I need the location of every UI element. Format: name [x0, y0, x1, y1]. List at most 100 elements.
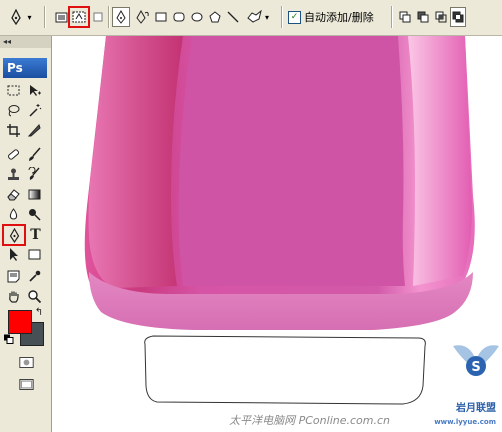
- pen-tool-icon: [9, 227, 19, 243]
- rectangle-icon: [155, 12, 167, 22]
- slice-tool[interactable]: [26, 122, 43, 139]
- auto-add-delete-label: 自动添加/删除: [304, 11, 374, 24]
- chevron-down-icon: ▾: [264, 12, 269, 22]
- drop-icon: [9, 208, 18, 220]
- eyedropper-tool[interactable]: [26, 268, 43, 285]
- toolbox: ◂◂ Ps T ↰: [0, 36, 52, 432]
- slice-icon: [27, 124, 41, 137]
- crop-tool[interactable]: [5, 122, 22, 139]
- pen-button[interactable]: [112, 7, 130, 27]
- hand-icon: [9, 291, 19, 303]
- auto-add-delete-checkbox[interactable]: ✓: [288, 10, 301, 24]
- crop-icon: [7, 124, 20, 137]
- lasso-tool[interactable]: [5, 102, 22, 119]
- default-colors-icon[interactable]: [4, 334, 14, 344]
- intersect-icon: [435, 11, 447, 23]
- freeform-pen-icon: [136, 10, 149, 24]
- zoom-tool[interactable]: [26, 288, 43, 305]
- stamp-icon: [8, 168, 19, 180]
- rectangle-button[interactable]: [154, 7, 168, 27]
- paths-button[interactable]: [68, 6, 90, 28]
- hand-tool[interactable]: [5, 288, 22, 305]
- custom-shape-button[interactable]: ▾: [244, 7, 272, 27]
- pen-icon: [116, 10, 126, 24]
- subtract-button[interactable]: [416, 7, 430, 27]
- type-tool[interactable]: T: [27, 226, 44, 243]
- add-to-area-button[interactable]: [398, 7, 412, 27]
- foreground-color-swatch[interactable]: [8, 310, 32, 334]
- polygon-icon: [209, 11, 221, 23]
- svg-text:S: S: [471, 360, 480, 375]
- paths-icon: [72, 11, 86, 23]
- history-brush-tool[interactable]: [26, 166, 43, 183]
- marquee-icon: [7, 85, 20, 96]
- ellipse-button[interactable]: [190, 7, 204, 27]
- watermark-logo-text: 岩月联盟: [456, 403, 496, 414]
- photoshop-logo[interactable]: Ps: [3, 58, 47, 78]
- polygon-button[interactable]: [208, 7, 222, 27]
- move-tool[interactable]: [26, 82, 43, 99]
- quick-mask-button[interactable]: [16, 354, 36, 370]
- bottle-artwork: [84, 36, 475, 405]
- bandage-icon: [7, 149, 20, 160]
- watermark-text: 太平洋电脑网 PConline.com.cn: [229, 414, 390, 427]
- notes-tool[interactable]: [5, 268, 22, 285]
- fill-pixels-button[interactable]: [92, 7, 104, 27]
- bottle-left-panel: [88, 36, 183, 288]
- shape-layers-icon: [55, 12, 67, 22]
- lasso-icon: [8, 105, 20, 117]
- document-canvas[interactable]: S 岩月联盟 www.lyyue.com 太平洋电脑网 PConline.com…: [53, 36, 502, 432]
- subtract-icon: [417, 11, 429, 23]
- zoom-icon: [28, 290, 42, 304]
- screen-mode-button[interactable]: [16, 376, 36, 392]
- toolbox-grip[interactable]: ◂◂: [0, 36, 51, 48]
- note-icon: [7, 270, 20, 283]
- line-button[interactable]: [226, 7, 240, 27]
- healing-brush-tool[interactable]: [5, 146, 22, 163]
- clone-stamp-tool[interactable]: [5, 166, 22, 183]
- path-selection-tool[interactable]: [5, 246, 22, 263]
- rectangle-shape-icon: [28, 249, 41, 260]
- chevron-down-icon: ▾: [27, 12, 32, 22]
- dodge-tool[interactable]: [26, 206, 43, 223]
- swap-colors-icon[interactable]: ↰: [33, 306, 45, 318]
- shape-layers-button[interactable]: [54, 7, 68, 27]
- quick-mask-icon: [18, 356, 34, 368]
- dodge-icon: [29, 209, 41, 221]
- rounded-rectangle-button[interactable]: [172, 7, 186, 27]
- exclude-button[interactable]: [450, 7, 466, 27]
- screen-mode-icon: [18, 378, 34, 390]
- eraser-tool[interactable]: [5, 186, 22, 203]
- brush-tool[interactable]: [26, 146, 43, 163]
- options-bar: ▾ ▾ ✓ 自动添加/删除: [0, 0, 502, 36]
- cap-path-outline: [144, 335, 426, 405]
- magic-wand-tool[interactable]: [26, 102, 43, 119]
- bottle-center-panel: [178, 36, 405, 286]
- eyedropper-icon: [29, 270, 41, 282]
- rounded-rectangle-icon: [173, 12, 185, 22]
- blur-tool[interactable]: [5, 206, 22, 223]
- ellipse-icon: [191, 12, 203, 22]
- pen-tool[interactable]: [2, 224, 26, 246]
- pen-tool-preset-picker[interactable]: ▾: [6, 7, 34, 27]
- watermark-logo: S: [453, 345, 499, 376]
- fill-pixels-icon: [93, 12, 103, 22]
- watermark-logo-sub: www.lyyue.com: [434, 418, 496, 426]
- eraser-icon: [7, 189, 20, 201]
- freeform-pen-button[interactable]: [134, 7, 152, 27]
- move-icon: [30, 85, 41, 96]
- intersect-button[interactable]: [434, 7, 448, 27]
- add-to-area-icon: [399, 11, 411, 23]
- gradient-tool[interactable]: [26, 186, 43, 203]
- path-selection-icon: [10, 248, 18, 261]
- brush-icon: [29, 147, 41, 161]
- exclude-icon: [452, 11, 464, 23]
- auto-add-delete-option[interactable]: ✓ 自动添加/删除: [288, 7, 378, 27]
- line-icon: [227, 11, 239, 23]
- magic-wand-icon: [29, 104, 42, 117]
- rectangle-shape-tool[interactable]: [26, 246, 43, 263]
- custom-shape-icon: [247, 10, 262, 23]
- history-brush-icon: [28, 167, 40, 180]
- pen-tool-icon: [11, 9, 22, 25]
- marquee-tool[interactable]: [5, 82, 22, 99]
